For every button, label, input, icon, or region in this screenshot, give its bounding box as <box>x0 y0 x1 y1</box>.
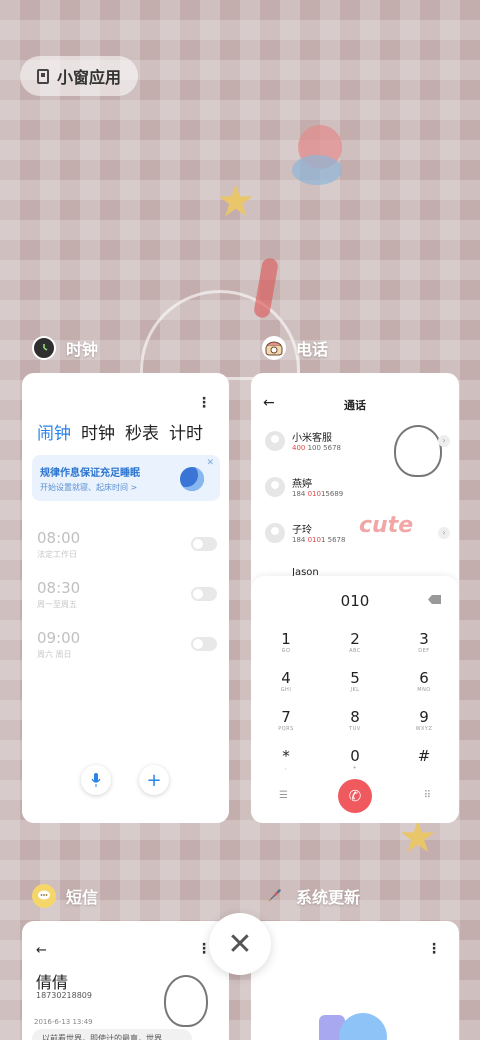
sms-app-header: 短信 <box>32 884 98 908</box>
alarm-days: 周六 周日 <box>37 650 72 659</box>
menu-icon[interactable]: ☰ <box>279 790 288 801</box>
close-all-button[interactable]: ✕ <box>209 913 271 975</box>
dial-key[interactable]: 9 WXYZ <box>404 708 444 732</box>
tab-alarm[interactable]: 闹钟 <box>37 419 71 444</box>
contact-item[interactable]: 子玲 184 0101 5678 › <box>265 521 450 551</box>
sms-contact-number: 18730218809 <box>36 991 92 1000</box>
dial-key[interactable]: 6 MNO <box>404 669 444 693</box>
small-window-label: 小窗应用 <box>56 68 121 87</box>
close-icon: ✕ <box>227 926 253 962</box>
call-button[interactable]: ✆ <box>338 779 372 813</box>
voice-button[interactable] <box>81 765 111 795</box>
add-alarm-button[interactable]: + <box>139 765 169 795</box>
dial-key[interactable]: 0 + <box>335 747 375 771</box>
more-menu-icon[interactable]: ⋮ <box>427 941 441 957</box>
dial-key[interactable]: 7 PQRS <box>266 708 306 732</box>
sms-message-bubble: 以前看世界，即使计的最直，世界 <box>32 1029 192 1040</box>
alarm-item[interactable]: 08:30 周一至周五 <box>37 579 217 615</box>
rocket-icon <box>262 884 286 908</box>
keypad-icon[interactable]: ⠿ <box>424 790 431 801</box>
message-icon <box>32 884 56 908</box>
phone-page-title: 通话 <box>344 399 366 412</box>
alarm-days: 法定工作日 <box>37 550 77 559</box>
sleep-banner[interactable]: 规律作息保证充足睡眠 开始设置就寝、起床时间 > ✕ <box>32 455 220 501</box>
alarm-toggle[interactable] <box>191 537 217 551</box>
contact-name: 小米客服 <box>292 433 332 444</box>
dial-key[interactable]: 5 JKL <box>335 669 375 693</box>
dial-key[interactable]: *, <box>266 747 306 771</box>
tab-stopwatch[interactable]: 秒表 <box>125 419 159 444</box>
window-icon <box>36 68 49 84</box>
alarm-toggle[interactable] <box>191 587 217 601</box>
more-menu-icon[interactable]: ⋮ <box>197 395 211 411</box>
miui-logo <box>319 1013 389 1040</box>
chevron-right-icon[interactable]: › <box>438 527 450 539</box>
star-decoration: ★ <box>216 176 256 227</box>
alarm-time: 09:00 <box>37 629 81 647</box>
phone-app-header: 电话 <box>262 336 328 360</box>
phone-icon: ✆ <box>348 787 362 805</box>
dial-key[interactable]: 1 GO <box>266 630 306 654</box>
moon-icon <box>180 467 204 491</box>
alarm-toggle[interactable] <box>191 637 217 651</box>
alarm-item[interactable]: 08:00 法定工作日 <box>37 529 217 565</box>
microphone-icon <box>91 773 101 787</box>
contact-name: 燕婷 <box>292 479 312 490</box>
clock-app-header: 时钟 <box>32 336 98 360</box>
plus-icon: + <box>146 769 162 791</box>
avatar <box>265 431 285 451</box>
telephone-icon <box>262 336 286 360</box>
tab-clock[interactable]: 时钟 <box>81 419 115 444</box>
bunny-sticker <box>164 975 208 1027</box>
dialpad: 010 1 GO 2 ABC 3 DEF 4 GHI 5 JKL 6 MNO 7 PQRS 8… <box>251 576 459 823</box>
phone-app-card[interactable]: ← 通话 cute 小米客服 400 100 5678 › 燕婷 184 010… <box>251 373 459 823</box>
contact-number: 184 0101 5678 <box>292 536 346 544</box>
banner-title: 规律作息保证充足睡眠 <box>40 468 140 479</box>
dial-key[interactable]: # <box>404 747 444 765</box>
phone-app-name: 电话 <box>296 340 329 359</box>
contact-item[interactable]: 小米客服 400 100 5678 › <box>265 429 450 459</box>
back-arrow-icon[interactable]: ← <box>36 943 47 958</box>
contact-number: 400 100 5678 <box>292 444 342 452</box>
contact-item[interactable]: 燕婷 184 01015689 <box>265 475 450 505</box>
dial-key[interactable]: 3 DEF <box>404 630 444 654</box>
update-app-name: 系统更新 <box>296 888 361 907</box>
close-icon[interactable]: ✕ <box>206 458 214 468</box>
clock-app-card[interactable]: ⋮ 闹钟 时钟 秒表 计时 规律作息保证充足睡眠 开始设置就寝、起床时间 > ✕… <box>22 373 229 823</box>
clock-icon <box>32 336 56 360</box>
dial-key[interactable]: 4 GHI <box>266 669 306 693</box>
banner-subtitle: 开始设置就寝、起床时间 > <box>40 483 138 492</box>
contact-number: 184 01015689 <box>292 490 344 498</box>
tab-timer[interactable]: 计时 <box>169 419 203 444</box>
sms-contact-name: 倩倩 <box>36 973 69 992</box>
alarm-time: 08:30 <box>37 579 81 597</box>
avatar <box>265 477 285 497</box>
contact-name: 子玲 <box>292 525 312 536</box>
dial-input[interactable]: 010 <box>251 592 459 610</box>
dial-key[interactable]: 2 ABC <box>335 630 375 654</box>
alarm-item[interactable]: 09:00 周六 周日 <box>37 629 217 665</box>
sms-app-card[interactable]: ← ⋮ 倩倩 18730218809 2016-6-13 13:49 以前看世界… <box>22 921 229 1040</box>
clock-app-name: 时钟 <box>66 340 99 359</box>
clock-tabs: 闹钟 时钟 秒表 计时 <box>37 419 203 444</box>
alarm-days: 周一至周五 <box>37 600 77 609</box>
update-app-card[interactable]: ⋮ <box>251 921 459 1040</box>
small-window-button[interactable]: 小窗应用 <box>20 56 138 96</box>
ice-cream-decoration <box>292 125 348 205</box>
alarm-time: 08:00 <box>37 529 81 547</box>
dial-key[interactable]: 8 TUV <box>335 708 375 732</box>
avatar <box>265 523 285 543</box>
update-app-header: 系统更新 <box>262 884 360 908</box>
sms-app-name: 短信 <box>66 888 99 907</box>
sms-date: 2016-6-13 13:49 <box>34 1018 93 1026</box>
chevron-right-icon[interactable]: › <box>438 435 450 447</box>
